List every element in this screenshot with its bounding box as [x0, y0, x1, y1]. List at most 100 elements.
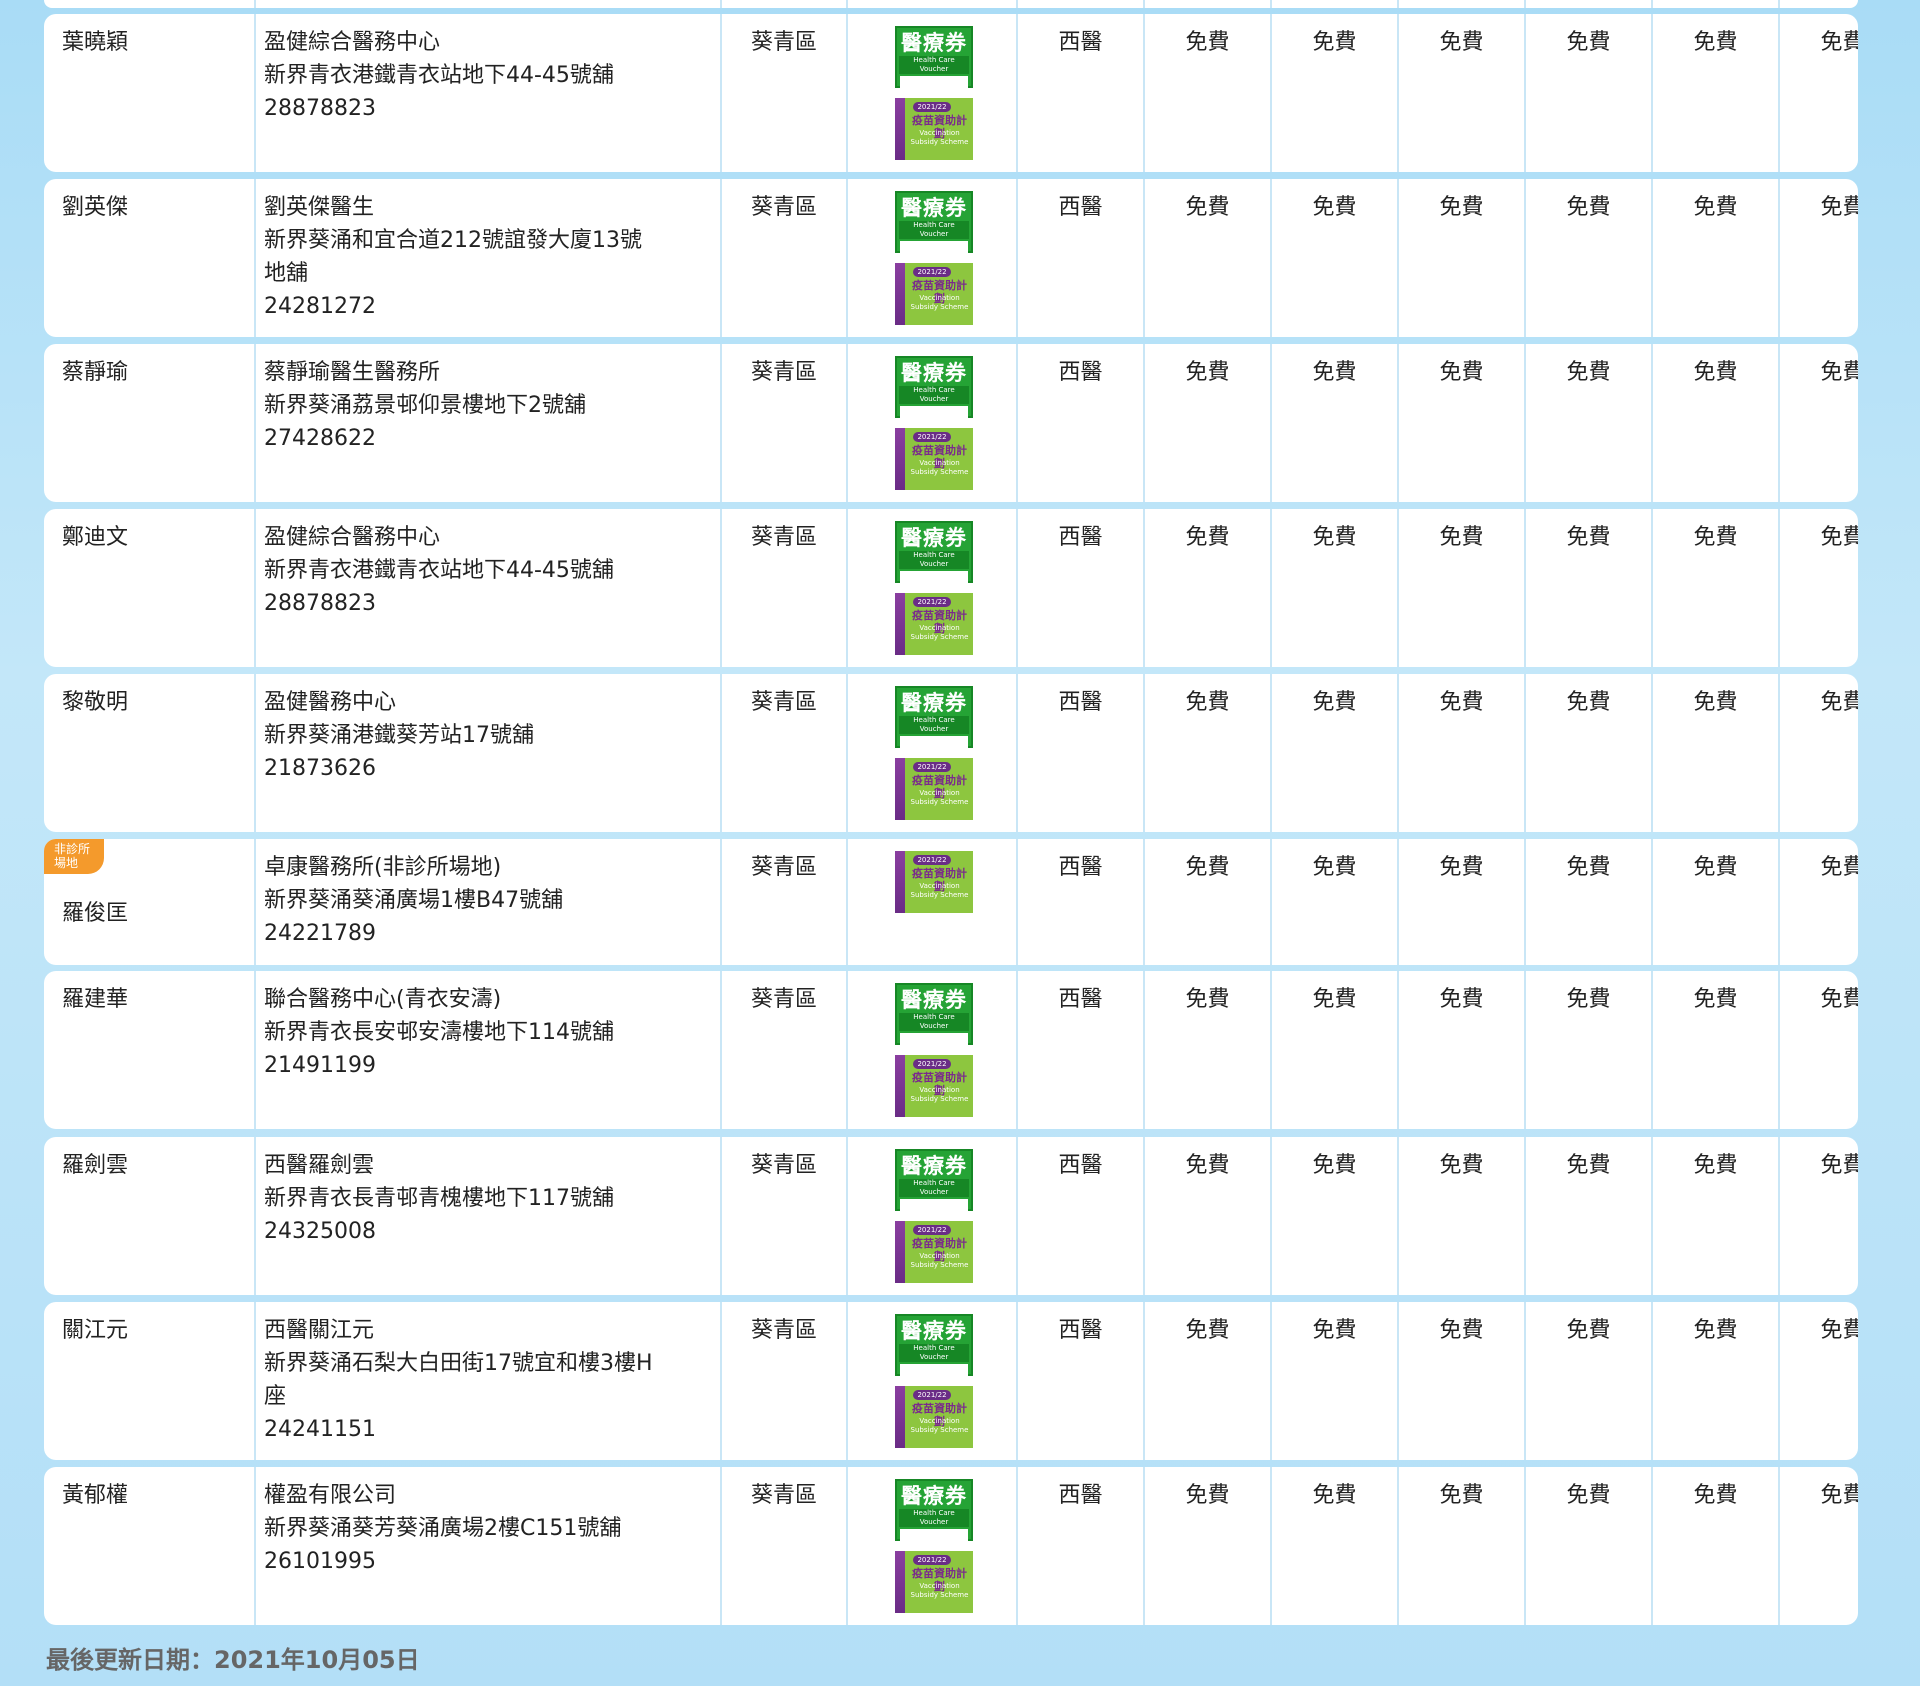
district-cell: 葵青區: [720, 14, 846, 172]
hcv-subtitle: Health Care Voucher: [899, 551, 969, 569]
vss-stripe: [895, 263, 905, 325]
clinic-address: 新界青衣港鐵青衣站地下44-45號舖: [264, 63, 614, 88]
column-divider: [1778, 0, 1780, 8]
vss-year: 2021/22: [913, 1555, 951, 1565]
doctor-cell: 非診所 場地 羅俊匡: [44, 839, 254, 965]
vss-year: 2021/22: [913, 432, 951, 442]
fee-cell: 免費: [1143, 1302, 1270, 1460]
table-row: 劉英傑 劉英傑醫生 新界葵涌和宜合道212號誼發大廈13號 地舖 24281272 葵青區…: [44, 179, 1858, 337]
fee-cell: 免費: [1524, 14, 1651, 172]
doctor-name: 羅劍雲: [62, 1153, 129, 1178]
fee-cell: 免費: [1651, 179, 1778, 337]
clinic-name: 卓康醫務所(非診所場地): [264, 855, 502, 880]
vss-year: 2021/22: [913, 102, 951, 112]
clinic-phone: 21873626: [264, 756, 376, 781]
vss-year: 2021/22: [913, 762, 951, 772]
fee-cell: 免費: [1143, 14, 1270, 172]
hcv-panel: [900, 76, 968, 94]
fee-cell: 免費: [1270, 1137, 1397, 1295]
fee-cell: 免費: [1270, 179, 1397, 337]
table-row: 羅劍雲 西醫羅劍雲 新界青衣長青邨青槐樓地下117號舖 24325008 葵青區 醫療券 H…: [44, 1137, 1858, 1295]
fee-cell: 免費: [1270, 839, 1397, 965]
scheme-logos-cell: 醫療券 Health Care Voucher 2021/22 疫苗資助計劃 Vacci…: [846, 1302, 1016, 1460]
doctor-name: 羅建華: [62, 987, 129, 1012]
table-row: 葉曉穎 盈健綜合醫務中心 新界青衣港鐵青衣站地下44-45號舖 28878823 葵青區…: [44, 14, 1858, 172]
vss-subtitle: Vaccination Subsidy Scheme: [910, 789, 969, 806]
fee-cell: 免費: [1143, 839, 1270, 965]
fee-cell: 免費: [1397, 674, 1524, 832]
column-divider: [846, 0, 848, 8]
hcv-title: 醫療券: [901, 526, 967, 550]
hcv-panel: [900, 1529, 968, 1547]
hcv-subtitle: Health Care Voucher: [899, 386, 969, 404]
district-cell: 葵青區: [720, 1302, 846, 1460]
doctor-cell: 關江元: [44, 1302, 254, 1460]
hcv-panel: [900, 1033, 968, 1051]
hcv-title: 醫療券: [901, 1154, 967, 1178]
fee-cell: 免費: [1143, 674, 1270, 832]
table-row: 鄭迪文 盈健綜合醫務中心 新界青衣港鐵青衣站地下44-45號舖 28878823 葵青區…: [44, 509, 1858, 667]
doctor-cell: 蔡靜瑜: [44, 344, 254, 502]
doctor-name: 鄭迪文: [62, 525, 129, 550]
vss-stripe: [895, 851, 905, 913]
column-divider: [254, 0, 256, 8]
column-divider: [1397, 0, 1399, 8]
fee-cell: 免費: [1397, 839, 1524, 965]
vss-year: 2021/22: [913, 1390, 951, 1400]
hcv-subtitle: Health Care Voucher: [899, 1344, 969, 1362]
vss-stripe: [895, 1386, 905, 1448]
fee-cell: 免費: [1524, 839, 1651, 965]
district-cell: 葵青區: [720, 344, 846, 502]
district-cell: 葵青區: [720, 1137, 846, 1295]
health-care-voucher-logo: 醫療券 Health Care Voucher: [895, 983, 973, 1051]
fee-cell: 免費: [1524, 1137, 1651, 1295]
fee-cell: 免費: [1397, 1137, 1524, 1295]
fee-cell: 免費: [1651, 839, 1778, 965]
hcv-panel: [900, 1364, 968, 1382]
fee-cell: 免費: [1651, 509, 1778, 667]
scheme-logos-cell: 醫療券 Health Care Voucher 2021/22 疫苗資助計劃 Vacci…: [846, 179, 1016, 337]
vss-stripe: [895, 1551, 905, 1613]
fee-cell: 免費: [1270, 1302, 1397, 1460]
hcv-title: 醫療券: [901, 691, 967, 715]
vaccination-subsidy-scheme-logo: 2021/22 疫苗資助計劃 Vaccination Subsidy Scheme: [895, 263, 973, 325]
hcv-subtitle: Health Care Voucher: [899, 56, 969, 74]
vss-subtitle: Vaccination Subsidy Scheme: [910, 624, 969, 641]
hcv-title: 醫療券: [901, 31, 967, 55]
vss-year: 2021/22: [913, 597, 951, 607]
health-care-voucher-logo: 醫療券 Health Care Voucher: [895, 521, 973, 589]
fee-cell: 免費: [1397, 1467, 1524, 1625]
fee-cell: 免費: [1778, 509, 1858, 667]
fee-cell: 免費: [1651, 1302, 1778, 1460]
vss-stripe: [895, 98, 905, 160]
table-row: 羅建華 聯合醫務中心(青衣安濤) 新界青衣長安邨安濤樓地下114號舖 21491199…: [44, 971, 1858, 1129]
table-row: 關江元 西醫關江元 新界葵涌石梨大白田街17號宜和樓3樓H 座 24241151 葵青區醫…: [44, 1302, 1858, 1460]
fee-cell: 免費: [1778, 971, 1858, 1129]
doctor-type-cell: 西醫: [1016, 344, 1143, 502]
doctor-type-cell: 西醫: [1016, 1467, 1143, 1625]
vaccination-subsidy-scheme-logo: 2021/22 疫苗資助計劃 Vaccination Subsidy Scheme: [895, 758, 973, 820]
scheme-logos-cell: 醫療券 Health Care Voucher 2021/22 疫苗資助計劃 Vacci…: [846, 1137, 1016, 1295]
clinic-phone: 24221789: [264, 921, 376, 946]
fee-cell: 免費: [1397, 344, 1524, 502]
district-cell: 葵青區: [720, 674, 846, 832]
vss-subtitle: Vaccination Subsidy Scheme: [910, 1417, 969, 1434]
doctor-name: 黎敬明: [62, 690, 129, 715]
clinic-name: 西醫羅劍雲: [264, 1153, 375, 1178]
scheme-logos-cell: 醫療券 Health Care Voucher 2021/22 疫苗資助計劃 Vacci…: [846, 971, 1016, 1129]
clinic-phone: 24325008: [264, 1219, 376, 1244]
clinic-name: 聯合醫務中心(青衣安濤): [264, 987, 502, 1012]
clinic-phone: 24281272: [264, 294, 376, 319]
vss-subtitle: Vaccination Subsidy Scheme: [910, 882, 969, 899]
fee-cell: 免費: [1270, 509, 1397, 667]
doctor-cell: 羅劍雲: [44, 1137, 254, 1295]
fee-cell: 免費: [1524, 179, 1651, 337]
clinic-phone: 21491199: [264, 1053, 376, 1078]
column-divider: [1143, 0, 1145, 8]
vss-year: 2021/22: [913, 1225, 951, 1235]
vaccination-subsidy-scheme-logo: 2021/22 疫苗資助計劃 Vaccination Subsidy Scheme: [895, 428, 973, 490]
doctor-type-cell: 西醫: [1016, 14, 1143, 172]
hcv-subtitle: Health Care Voucher: [899, 1013, 969, 1031]
doctor-cell: 劉英傑: [44, 179, 254, 337]
hcv-title: 醫療券: [901, 361, 967, 385]
